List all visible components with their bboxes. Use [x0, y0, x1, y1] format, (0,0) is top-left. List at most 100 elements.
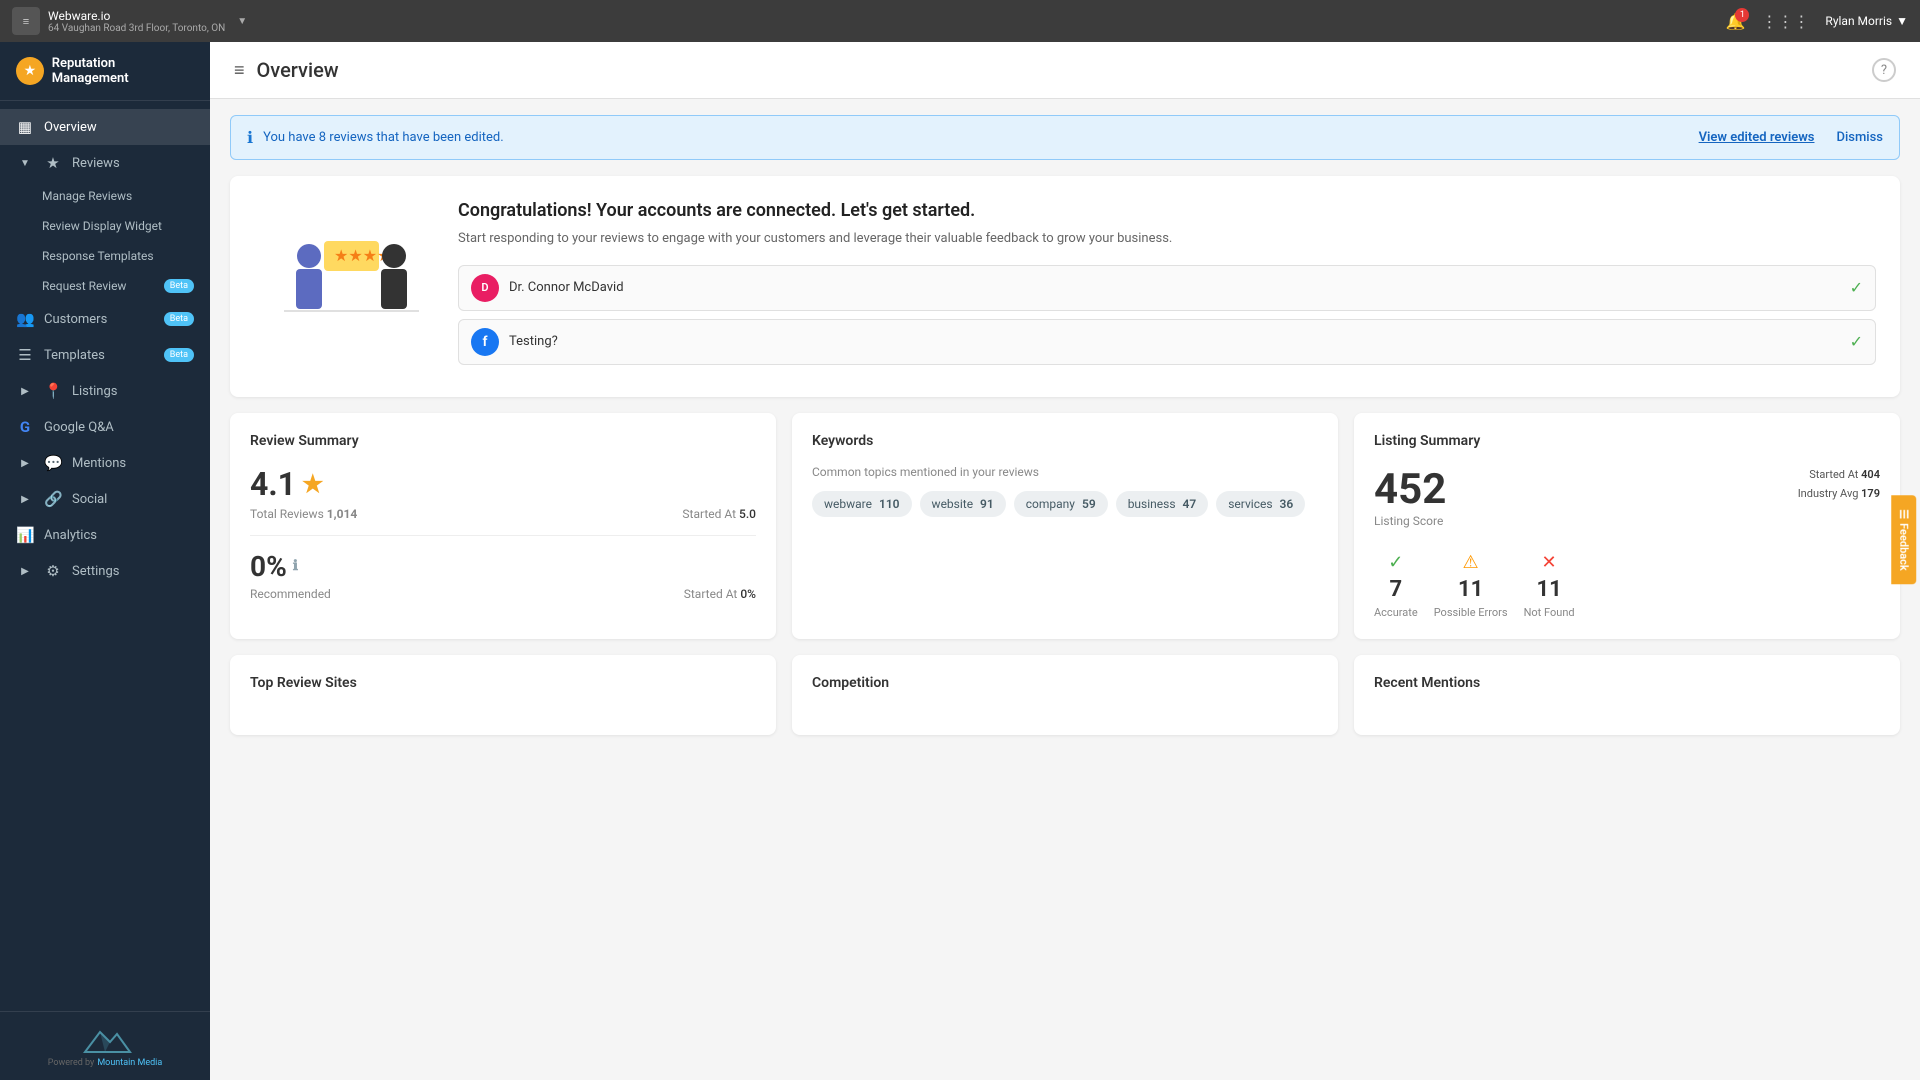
reviews-label: Reviews — [72, 156, 120, 171]
total-reviews-value: 1,014 — [327, 507, 358, 521]
not-found-label: Not Found — [1524, 606, 1575, 619]
not-found-icon: ✕ — [1542, 552, 1557, 573]
sidebar-item-settings[interactable]: ▶ ⚙ Settings — [0, 553, 210, 589]
content-area: ℹ You have 8 reviews that have been edit… — [210, 99, 1920, 1080]
notification-button[interactable]: 🔔 1 — [1726, 12, 1746, 31]
review-summary-card: Review Summary 4.1 ★ Total Reviews 1,014… — [230, 413, 776, 639]
chevron-right-icon2: ▶ — [16, 458, 34, 469]
menu-toggle-button[interactable]: ≡ — [234, 60, 245, 81]
notification-badge: 1 — [1735, 8, 1749, 22]
sidebar-item-reviews[interactable]: ▼ ★ Reviews — [0, 145, 210, 181]
templates-icon: ☰ — [16, 346, 34, 364]
help-button[interactable]: ? — [1872, 58, 1896, 82]
rating-star-icon: ★ — [302, 470, 324, 498]
review-meta: Total Reviews 1,014 Started At 5.0 — [250, 507, 756, 521]
keyword-company[interactable]: company 59 — [1014, 491, 1108, 517]
templates-badge: Beta — [164, 348, 194, 362]
keywords-card: Keywords Common topics mentioned in your… — [792, 413, 1338, 639]
testing-fb-avatar: f — [471, 328, 499, 356]
info-icon: ℹ — [247, 128, 253, 147]
keyword-website[interactable]: website 91 — [920, 491, 1006, 517]
listings-label: Listings — [72, 384, 117, 399]
started-at-value: 5.0 — [739, 507, 756, 521]
settings-icon: ⚙ — [44, 562, 62, 580]
review-divider — [250, 535, 756, 536]
user-dropdown-arrow: ▼ — [1896, 14, 1908, 28]
sidebar-nav: ▦ Overview ▼ ★ Reviews Manage Reviews Re… — [0, 101, 210, 1011]
templates-label: Templates — [44, 348, 105, 363]
listings-icon: 📍 — [44, 382, 62, 400]
sidebar-item-analytics[interactable]: 📊 Analytics — [0, 517, 210, 553]
sidebar-brand: ★ Reputation Management — [0, 42, 210, 101]
recommended-label: Recommended — [250, 587, 331, 601]
sidebar-item-response-templates[interactable]: Response Templates — [0, 241, 210, 271]
total-reviews-text: Total Reviews 1,014 — [250, 507, 357, 521]
user-menu-button[interactable]: Rylan Morris ▼ — [1825, 14, 1908, 28]
dashboard-grid: Review Summary 4.1 ★ Total Reviews 1,014… — [230, 413, 1900, 639]
google-icon: G — [16, 418, 34, 436]
review-rating-display: 4.1 ★ — [250, 465, 756, 503]
customers-icon: 👥 — [16, 310, 34, 328]
browser-info: Webware.io 64 Vaughan Road 3rd Floor, To… — [48, 9, 225, 34]
mentions-label: Mentions — [72, 456, 126, 471]
dr-connor-check: ✓ — [1850, 278, 1863, 297]
powered-by-text: Powered by — [48, 1058, 95, 1068]
score-stats: Started At 404 Industry Avg 179 — [1798, 465, 1880, 505]
mountain-media-logo: Powered by Mountain Media — [16, 1024, 194, 1068]
customers-badge: Beta — [164, 312, 194, 326]
company-count: 59 — [1082, 497, 1096, 511]
testing-name: Testing? — [509, 334, 1840, 349]
recent-mentions-title: Recent Mentions — [1374, 675, 1880, 691]
sidebar-item-social[interactable]: ▶ 🔗 Social — [0, 481, 210, 517]
recommend-info-icon[interactable]: ℹ — [293, 558, 298, 574]
business-count: 47 — [1183, 497, 1197, 511]
request-review-label: Request Review — [42, 279, 126, 293]
dr-connor-name: Dr. Connor McDavid — [509, 280, 1840, 295]
top-review-sites-card: Top Review Sites — [230, 655, 776, 735]
website-count: 91 — [980, 497, 994, 511]
user-name: Rylan Morris — [1825, 14, 1892, 28]
accurate-label: Accurate — [1374, 606, 1418, 619]
competition-card: Competition — [792, 655, 1338, 735]
view-edited-reviews-link[interactable]: View edited reviews — [1699, 130, 1815, 145]
testing-check: ✓ — [1850, 332, 1863, 351]
top-review-sites-title: Top Review Sites — [250, 675, 756, 691]
keywords-grid: webware 110 website 91 company 59 busine… — [812, 491, 1318, 517]
sidebar-item-templates[interactable]: ☰ Templates Beta — [0, 337, 210, 373]
sidebar-item-mentions[interactable]: ▶ 💬 Mentions — [0, 445, 210, 481]
review-summary-title: Review Summary — [250, 433, 756, 449]
sidebar-item-customers[interactable]: 👥 Customers Beta — [0, 301, 210, 337]
listing-breakdown: ✓ 7 Accurate ⚠ 11 Possible Errors ✕ 11 — [1374, 552, 1880, 619]
app-container: ★ Reputation Management ▦ Overview ▼ ★ R… — [0, 42, 1920, 1080]
recent-mentions-card: Recent Mentions — [1354, 655, 1900, 735]
sidebar-item-request-review[interactable]: Request Review Beta — [0, 271, 210, 301]
keyword-business[interactable]: business 47 — [1116, 491, 1209, 517]
browser-site-subtitle: 64 Vaughan Road 3rd Floor, Toronto, ON — [48, 23, 225, 34]
browser-dropdown-arrow[interactable]: ▼ — [237, 16, 247, 27]
keyword-webware[interactable]: webware 110 — [812, 491, 912, 517]
dismiss-button[interactable]: Dismiss — [1836, 130, 1883, 145]
welcome-card: ★★★★★ Congratulations! Your accounts are… — [230, 176, 1900, 397]
webware-count: 110 — [879, 497, 900, 511]
sidebar-item-google-qa[interactable]: G Google Q&A — [0, 409, 210, 445]
chevron-right-icon4: ▶ — [16, 566, 34, 577]
rating-number: 4.1 — [250, 465, 296, 503]
feedback-tab[interactable]: ☰ Feedback — [1891, 495, 1916, 584]
feedback-icon: ☰ — [1897, 509, 1910, 519]
brand-icon: ★ — [16, 57, 44, 85]
sidebar-item-overview[interactable]: ▦ Overview — [0, 109, 210, 145]
keyword-services[interactable]: services 36 — [1216, 491, 1305, 517]
grid-button[interactable]: ⋮⋮⋮ — [1761, 12, 1809, 31]
score-started-value: 404 — [1861, 468, 1880, 481]
banner-text: You have 8 reviews that have been edited… — [263, 130, 1689, 145]
listing-summary-card: Listing Summary 452 Listing Score Starte… — [1354, 413, 1900, 639]
mountain-logo-svg — [75, 1024, 135, 1054]
social-label: Social — [72, 492, 107, 507]
sidebar-item-review-display-widget[interactable]: Review Display Widget — [0, 211, 210, 241]
not-found-count: 11 — [1536, 577, 1561, 602]
sidebar-footer: Powered by Mountain Media — [0, 1011, 210, 1080]
browser-app-icon: ≡ — [12, 7, 40, 35]
sidebar-item-manage-reviews[interactable]: Manage Reviews — [0, 181, 210, 211]
services-count: 36 — [1280, 497, 1294, 511]
sidebar-item-listings[interactable]: ▶ 📍 Listings — [0, 373, 210, 409]
